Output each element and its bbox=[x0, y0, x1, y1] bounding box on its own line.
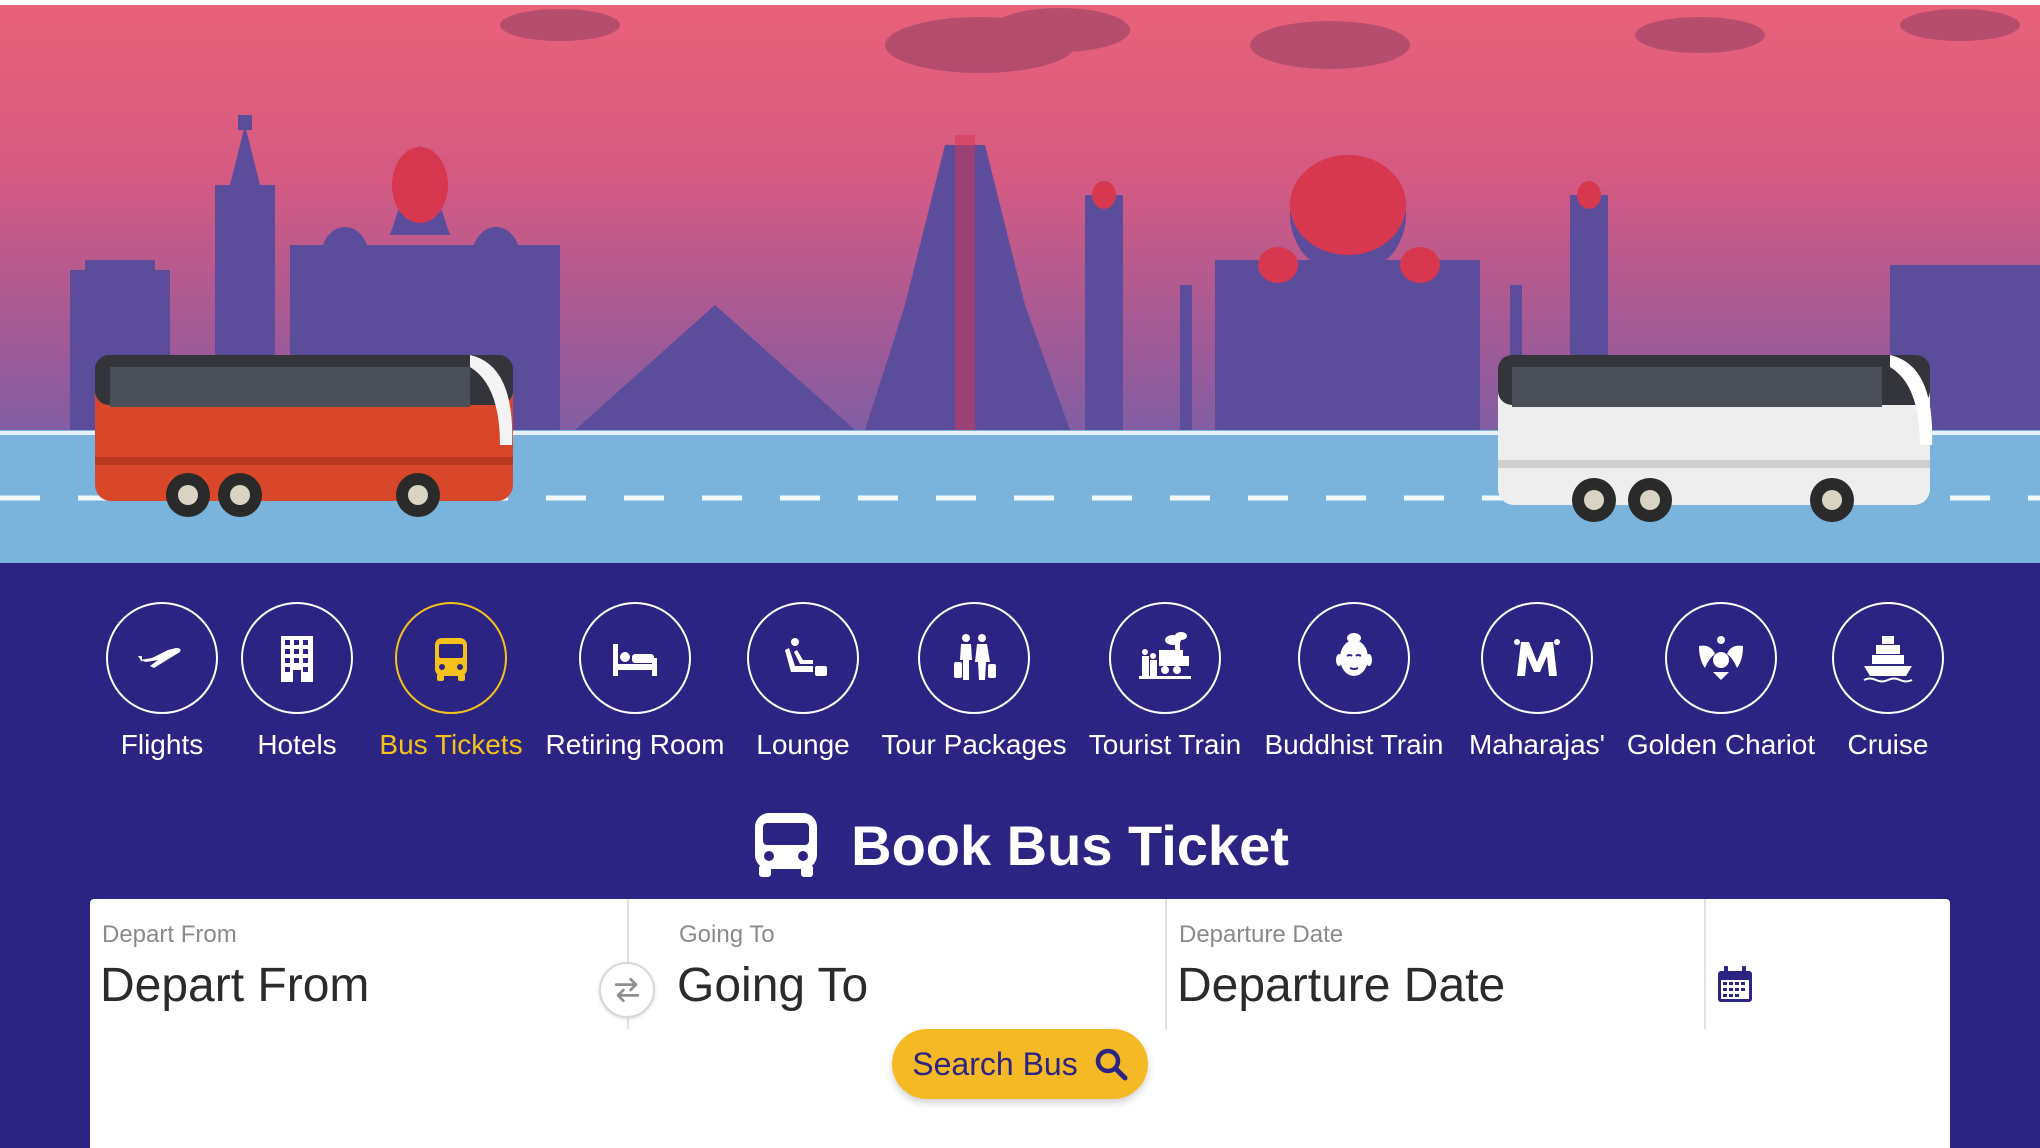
airplane-icon bbox=[138, 648, 181, 668]
nav-item-buddhist-train[interactable]: Buddhist Train bbox=[1254, 602, 1454, 772]
page-title: Book Bus Ticket bbox=[851, 813, 1289, 877]
hero-banner bbox=[0, 5, 2040, 563]
nav-item-bus-tickets[interactable]: Bus Tickets bbox=[351, 602, 551, 772]
nav-item-tour-packages[interactable]: Tour Packages bbox=[874, 602, 1074, 772]
departure-date-label: Departure Date bbox=[1179, 921, 1344, 948]
nav-label: Bus Tickets bbox=[379, 729, 523, 760]
hero-skyline-illustration bbox=[0, 8, 2040, 563]
departure-date-field: Departure Date bbox=[1167, 899, 1752, 1029]
search-bus-label: Search Bus bbox=[912, 1045, 1078, 1082]
nav-label: Tourist Train bbox=[1088, 729, 1242, 760]
going-to-input[interactable] bbox=[677, 957, 1117, 1013]
nav-item-lounge[interactable]: Lounge bbox=[703, 602, 903, 772]
buddha-icon bbox=[1336, 633, 1372, 676]
building-icon bbox=[281, 636, 313, 682]
travellers-icon bbox=[954, 634, 996, 680]
nav-label: Buddhist Train bbox=[1264, 729, 1444, 760]
nav-item-tourist-train[interactable]: Tourist Train bbox=[1065, 602, 1265, 772]
bus-search-form: Depart From Going To Departure Date bbox=[90, 899, 1950, 1148]
ship-icon bbox=[1863, 636, 1913, 683]
maharajas-logo-icon bbox=[1514, 639, 1560, 676]
search-icon bbox=[1095, 1048, 1128, 1081]
bus-icon bbox=[755, 813, 818, 877]
depart-from-input[interactable] bbox=[100, 957, 540, 1013]
calendar-icon[interactable] bbox=[1715, 965, 1755, 1005]
white-bus-illustration bbox=[1498, 355, 1933, 522]
depart-from-label: Depart From bbox=[102, 921, 237, 948]
bus-icon bbox=[435, 638, 467, 681]
booking-heading: Book Bus Ticket bbox=[0, 805, 2040, 885]
going-to-field: Going To bbox=[629, 899, 1167, 1029]
service-nav: Flights Hotels Bus Tickets Retiring Room… bbox=[0, 563, 2040, 773]
nav-label: Tour Packages bbox=[881, 729, 1067, 760]
red-bus-illustration bbox=[95, 355, 513, 517]
steam-train-icon bbox=[1139, 632, 1191, 679]
nav-item-cruise[interactable]: Cruise bbox=[1788, 602, 1988, 772]
booking-section: Flights Hotels Bus Tickets Retiring Room… bbox=[0, 563, 2040, 1148]
clouds bbox=[500, 8, 2020, 73]
lounge-chair-icon bbox=[785, 638, 827, 676]
bed-icon bbox=[613, 644, 657, 676]
search-bus-button[interactable]: Search Bus bbox=[892, 1029, 1148, 1099]
nav-item-maharajas[interactable]: Maharajas' bbox=[1437, 602, 1637, 772]
departure-date-input[interactable] bbox=[1177, 957, 1677, 1013]
nav-label: Maharajas' bbox=[1468, 729, 1606, 760]
golden-chariot-icon bbox=[1699, 636, 1743, 680]
nav-label: Cruise bbox=[1847, 729, 1929, 760]
depart-from-field: Depart From bbox=[90, 899, 655, 1029]
going-to-label: Going To bbox=[679, 921, 775, 948]
nav-label: Lounge bbox=[756, 729, 850, 760]
